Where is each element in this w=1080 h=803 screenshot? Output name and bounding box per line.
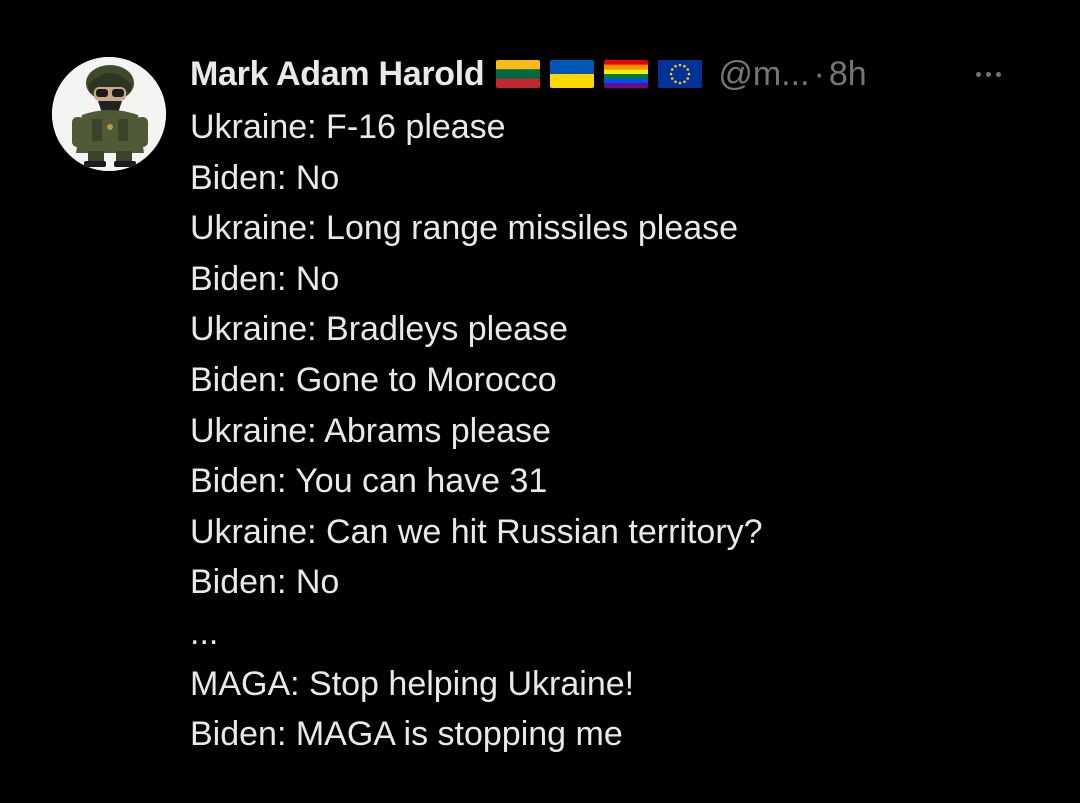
tweet-line: Ukraine: Abrams please: [190, 411, 551, 450]
eu-flag-icon: [658, 60, 703, 88]
tweet-line: Biden: You can have 31: [190, 462, 548, 501]
ukraine-flag-icon: [550, 60, 595, 88]
avatar[interactable]: [52, 57, 166, 171]
author-name[interactable]: Mark Adam Harold: [190, 55, 485, 94]
more-horizontal-icon: [975, 71, 981, 77]
tweet-line: Biden: MAGA is stopping me: [190, 715, 623, 754]
tweet-line: Ukraine: F-16 please: [190, 108, 506, 146]
tweet-line: Biden: No: [190, 158, 340, 197]
timestamp[interactable]: 8h: [829, 55, 867, 94]
author-handle[interactable]: @m...: [718, 55, 809, 94]
tweet-line: Ukraine: Long range missiles please: [190, 209, 739, 248]
tweet-line: ...: [190, 613, 219, 652]
tweet-header: Mark Adam Harold @m... · 8h: [190, 52, 867, 96]
tweet-line: Biden: Gone to Morocco: [190, 360, 557, 399]
tweet-line: Biden: No: [190, 563, 340, 602]
tweet-line: Biden: No: [190, 259, 340, 298]
author-flags: [496, 60, 703, 88]
rainbow-flag-icon: [604, 60, 649, 88]
more-options-button[interactable]: [966, 62, 1010, 86]
tweet-line: Ukraine: Can we hit Russian territory?: [190, 512, 763, 551]
tweet-line: MAGA: Stop helping Ukraine!: [190, 664, 635, 703]
avatar-cartoon-icon: [52, 57, 166, 171]
separator-dot: ·: [813, 54, 825, 93]
tweet-line: Ukraine: Bradleys please: [190, 310, 568, 349]
tweet[interactable]: Mark Adam Harold @m... · 8h Ukraine: F-1…: [0, 0, 1080, 803]
lithuania-flag-icon: [496, 60, 541, 88]
tweet-text: Ukraine: F-16 please Biden: No Ukraine: …: [190, 102, 1050, 760]
